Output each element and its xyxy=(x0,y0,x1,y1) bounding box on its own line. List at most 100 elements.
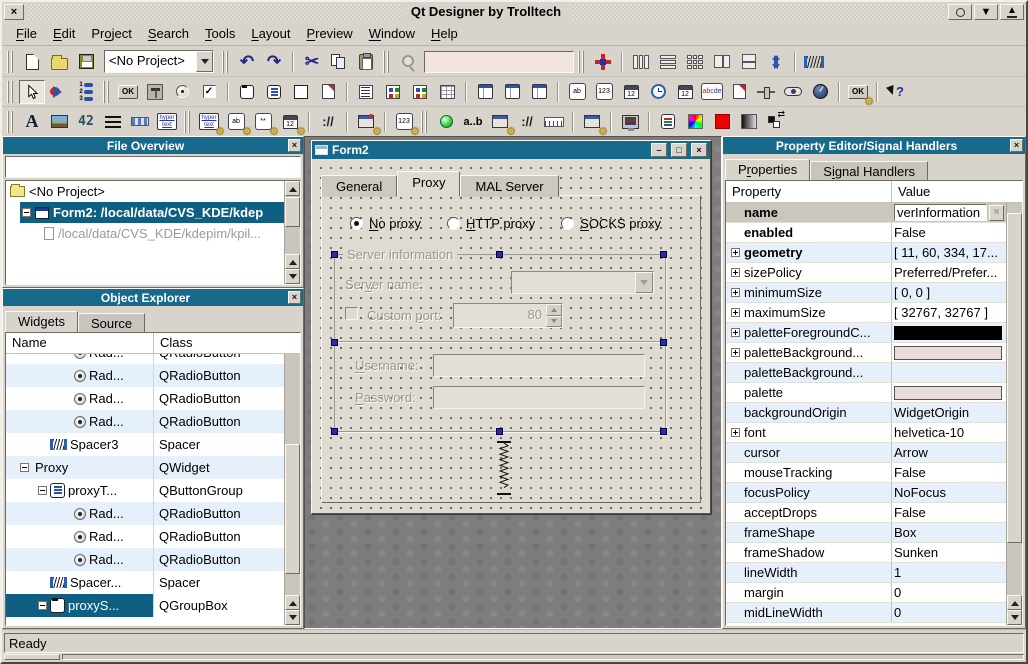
window-iconify-button[interactable]: ▼ xyxy=(974,4,998,20)
property-row[interactable]: enabled False xyxy=(726,223,1006,243)
form-tab[interactable]: MAL Server xyxy=(460,175,558,197)
groupbox-widget-button[interactable] xyxy=(234,80,260,104)
layout-horizontal-button[interactable] xyxy=(628,50,654,74)
radiobutton-widget-button[interactable] xyxy=(169,80,195,104)
menu-item[interactable]: Search xyxy=(140,24,197,43)
object-row[interactable]: Spacer3 Spacer xyxy=(6,433,284,456)
adjust-size-button[interactable] xyxy=(590,50,616,74)
save-button[interactable] xyxy=(73,50,99,74)
column-header-class[interactable]: Class xyxy=(154,333,199,353)
object-row[interactable]: proxyS... QGroupBox xyxy=(6,594,284,617)
statusbar-grip[interactable] xyxy=(4,654,60,660)
connect-signals-tool-button[interactable] xyxy=(46,80,72,104)
username-field[interactable] xyxy=(433,354,645,377)
textview-widget-button[interactable]: hypertext xyxy=(154,110,180,134)
column-header-value[interactable]: Value xyxy=(892,181,936,202)
form2-canvas[interactable]: General Proxy MAL Server No xyxy=(312,159,710,513)
progressbar-widget-button[interactable] xyxy=(127,110,153,134)
property-row[interactable]: paletteBackground... xyxy=(726,363,1006,383)
toolbar-grip[interactable] xyxy=(421,111,429,133)
server-information-groupbox[interactable]: Server information Server name: Custom p… xyxy=(334,254,666,432)
property-editor-titlebar[interactable]: Property Editor/Signal Handlers × xyxy=(723,137,1025,154)
toolbutton-widget-button[interactable] xyxy=(142,80,168,104)
tab-properties[interactable]: Properties xyxy=(725,159,810,182)
tab-signal-handlers[interactable]: Signal Handlers xyxy=(810,161,928,181)
buttongroup-widget-button[interactable] xyxy=(261,80,287,104)
layout-grid-button[interactable] xyxy=(682,50,708,74)
password-field[interactable] xyxy=(433,386,645,409)
kdatewidget-button[interactable]: 12⚙ xyxy=(277,110,303,134)
frame-widget-button[interactable] xyxy=(288,80,314,104)
layout-vertical-button[interactable] xyxy=(655,50,681,74)
kgradient-widget-button[interactable] xyxy=(736,110,762,134)
selection-handle[interactable] xyxy=(496,251,503,258)
property-row[interactable]: midLineWidth 0 xyxy=(726,603,1006,623)
open-file-button[interactable] xyxy=(46,50,72,74)
scroll-down-button[interactable] xyxy=(285,269,300,284)
collapse-icon[interactable] xyxy=(22,208,31,217)
scroll-down-button[interactable] xyxy=(285,610,300,625)
object-row[interactable]: Rad... QRadioButton xyxy=(6,410,284,433)
kwindow-widget-button[interactable]: ⚙ xyxy=(353,110,379,134)
timeedit-widget-button[interactable] xyxy=(645,80,671,104)
property-row[interactable]: mouseTracking False xyxy=(726,463,1006,483)
close-icon[interactable]: × xyxy=(1010,139,1023,152)
property-row[interactable]: font helvetica-10 xyxy=(726,423,1006,443)
project-select[interactable]: <No Project> xyxy=(104,50,214,73)
expand-icon[interactable] xyxy=(731,348,740,357)
kdialog-widget-button[interactable]: ⚙ xyxy=(579,110,605,134)
property-row[interactable]: minimumSize [ 0, 0 ] xyxy=(726,283,1006,303)
property-row[interactable]: frameShadow Sunken xyxy=(726,543,1006,563)
object-row[interactable]: Rad... QRadioButton xyxy=(6,387,284,410)
scroll-up-button[interactable] xyxy=(285,181,300,196)
knuminput-widget-button[interactable]: 123⚙ xyxy=(391,110,417,134)
window-maximize-button[interactable]: ▲ xyxy=(1000,4,1024,20)
selection-handle[interactable] xyxy=(331,339,338,346)
scroll-up-button[interactable] xyxy=(285,595,300,610)
expand-icon[interactable] xyxy=(731,428,740,437)
expand-icon[interactable] xyxy=(731,268,740,277)
line-widget-button[interactable] xyxy=(100,110,126,134)
form2-titlebar[interactable]: Form2 – □ × xyxy=(312,141,710,159)
property-row[interactable]: geometry [ 11, 60, 334, 17... xyxy=(726,243,1006,263)
close-icon[interactable]: × xyxy=(288,139,301,152)
break-layout-button[interactable] xyxy=(763,50,789,74)
selection-handle[interactable] xyxy=(660,428,667,435)
file-overview-titlebar[interactable]: File Overview × xyxy=(3,137,303,154)
object-row[interactable]: Rad... QRadioButton xyxy=(6,548,284,571)
menu-item[interactable]: Window xyxy=(361,24,423,43)
property-row[interactable]: margin 0 xyxy=(726,583,1006,603)
menu-item[interactable]: Project xyxy=(83,24,139,43)
vertical-spacer[interactable] xyxy=(494,440,514,496)
object-row[interactable]: Rad... QRadioButton xyxy=(6,502,284,525)
menu-item[interactable]: Tools xyxy=(197,24,243,43)
property-row[interactable]: paletteBackground... xyxy=(726,343,1006,363)
menu-item[interactable]: Edit xyxy=(45,24,83,43)
file-overview-filter[interactable] xyxy=(5,156,301,178)
spinbox-widget-button[interactable]: 123 xyxy=(591,80,617,104)
kurllabel-widget-button[interactable]: :// xyxy=(514,110,540,134)
listview-widget-button[interactable] xyxy=(380,80,406,104)
selection-handle[interactable] xyxy=(331,251,338,258)
menu-item[interactable]: Layout xyxy=(243,24,298,43)
column-header-property[interactable]: Property xyxy=(726,181,892,202)
expand-icon[interactable] xyxy=(731,288,740,297)
window-close-button[interactable]: × xyxy=(4,4,24,20)
proxy-radio[interactable]: HTTP proxy xyxy=(447,216,535,231)
pointer-tool-button[interactable] xyxy=(19,80,45,104)
menu-item[interactable]: File xyxy=(8,24,45,43)
krestrictedline-widget-button[interactable]: a..b xyxy=(460,110,486,134)
dial-widget-button[interactable] xyxy=(807,80,833,104)
kurlrequester-widget-button[interactable]: :// xyxy=(315,110,341,134)
server-name-combo[interactable] xyxy=(511,271,654,294)
kled-widget-button[interactable] xyxy=(433,110,459,134)
expand-icon[interactable] xyxy=(731,308,740,317)
property-row[interactable]: acceptDrops False xyxy=(726,503,1006,523)
expand-icon[interactable] xyxy=(731,328,740,337)
object-row[interactable]: proxyT... QButtonGroup xyxy=(6,479,284,502)
object-row[interactable]: Rad... QRadioButton xyxy=(6,354,284,364)
kpassword-widget-button[interactable]: **⚙ xyxy=(250,110,276,134)
property-row[interactable]: maximumSize [ 32767, 32767 ] xyxy=(726,303,1006,323)
clear-value-button[interactable]: × xyxy=(989,205,1004,221)
kcombobox-widget-button[interactable]: ⚙ xyxy=(487,110,513,134)
